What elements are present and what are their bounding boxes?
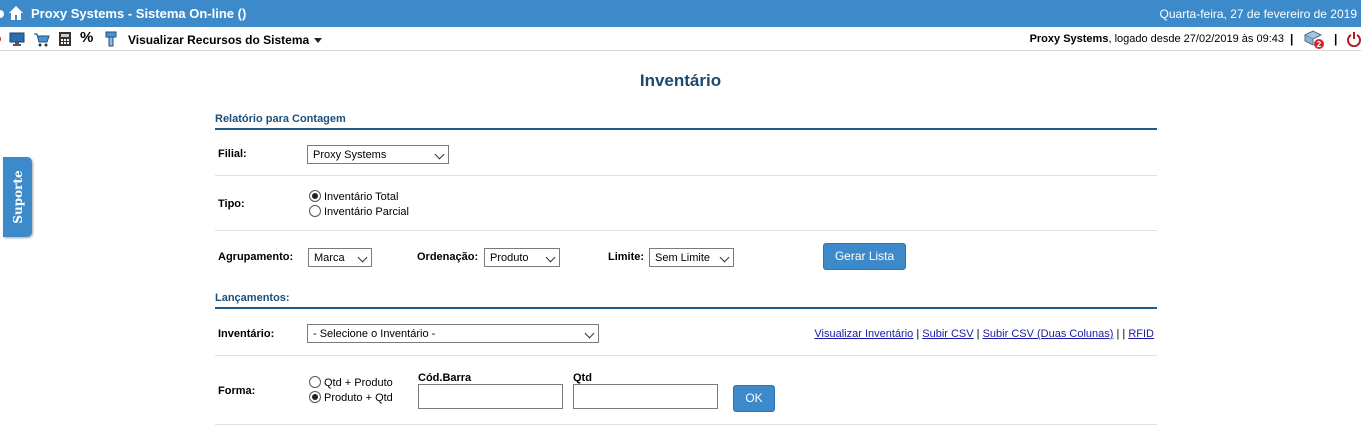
app-title: Proxy Systems - Sistema On-line () <box>31 6 247 21</box>
link-visualizar-inventario[interactable]: Visualizar Inventário <box>814 328 913 340</box>
link-rfid[interactable]: RFID <box>1128 328 1154 340</box>
ok-button[interactable]: OK <box>733 385 775 412</box>
filial-label: Filial: <box>218 148 247 160</box>
user-status: Proxy Systems, logado desde 27/02/2019 à… <box>1030 33 1284 45</box>
qtd-label: Qtd <box>573 372 592 384</box>
system-resources-menu[interactable]: Visualizar Recursos do Sistema <box>128 33 323 47</box>
agrupamento-select[interactable]: Marca <box>308 248 372 267</box>
tools-icon[interactable] <box>104 31 118 47</box>
link-subir-csv[interactable]: Subir CSV <box>922 328 973 340</box>
chevron-down-icon <box>434 149 445 160</box>
link-subir-csv-duas-colunas[interactable]: Subir CSV (Duas Colunas) <box>983 328 1114 340</box>
radio-unselected-icon <box>309 376 321 388</box>
section-heading-lancamentos: Lançamentos: <box>215 292 1157 309</box>
window-edge-icon <box>0 10 4 18</box>
radio-qtd-produto[interactable]: Qtd + Produto <box>309 376 393 389</box>
limite-select[interactable]: Sem Limite <box>649 248 734 267</box>
section-heading-relatorio: Relatório para Contagem <box>215 113 1157 130</box>
divider <box>215 175 1157 176</box>
monitor-icon[interactable] <box>9 31 25 47</box>
forma-label: Forma: <box>218 385 256 397</box>
user-name: Proxy Systems <box>1029 33 1109 45</box>
chevron-down-icon <box>314 38 323 44</box>
chevron-down-icon <box>719 252 730 263</box>
title-bar: Proxy Systems - Sistema On-line () Quart… <box>0 0 1361 27</box>
inventario-select[interactable]: - Selecione o Inventário - <box>307 324 599 343</box>
ordenacao-select[interactable]: Produto <box>484 248 560 267</box>
gerar-lista-button[interactable]: Gerar Lista <box>823 243 906 270</box>
cart-icon[interactable] <box>33 31 50 47</box>
divider <box>215 355 1157 356</box>
limite-label: Limite: <box>608 251 645 263</box>
codbarra-label: Cód.Barra <box>418 372 472 384</box>
filial-select[interactable]: Proxy Systems <box>307 145 449 164</box>
toolbar: % Visualizar Recursos do Sistema Proxy S… <box>0 27 1361 51</box>
divider <box>215 230 1157 231</box>
home-icon[interactable] <box>8 5 24 21</box>
inventory-links: Visualizar Inventário | Subir CSV | Subi… <box>814 328 1154 340</box>
current-date: Quarta-feira, 27 de fevereiro de 2019 <box>1159 7 1357 21</box>
agrupamento-label: Agrupamento: <box>218 251 294 263</box>
notifications-icon[interactable]: 2 <box>1304 30 1326 50</box>
inventario-label: Inventário: <box>218 328 275 340</box>
codbarra-input[interactable] <box>418 384 563 409</box>
toolbar-separator: | <box>1334 32 1338 46</box>
chevron-down-icon <box>357 252 368 263</box>
tipo-label: Tipo: <box>218 198 245 210</box>
qtd-input[interactable] <box>573 384 718 409</box>
percent-icon[interactable]: % <box>80 29 93 46</box>
radio-inventario-total[interactable]: Inventário Total <box>309 190 398 203</box>
toolbar-separator: | <box>1290 32 1294 46</box>
chevron-down-icon <box>584 328 595 339</box>
radio-produto-qtd[interactable]: Produto + Qtd <box>309 391 393 404</box>
radio-selected-icon <box>309 391 321 403</box>
ordenacao-label: Ordenação: <box>417 251 479 263</box>
link-separator: | | <box>1116 328 1129 340</box>
login-since: , logado desde 27/02/2019 às 09:43 <box>1108 33 1284 45</box>
calculator-icon[interactable] <box>58 31 72 47</box>
radio-unselected-icon <box>309 205 321 217</box>
power-icon[interactable] <box>1347 31 1361 47</box>
divider <box>215 424 1157 425</box>
power-dot-icon <box>0 36 1 42</box>
support-tab-label: Suporte <box>10 170 25 224</box>
notification-count: 2 <box>1317 40 1322 49</box>
radio-selected-icon <box>309 190 321 202</box>
page-title: Inventário <box>639 71 722 90</box>
support-tab[interactable]: Suporte <box>3 157 32 237</box>
radio-inventario-parcial[interactable]: Inventário Parcial <box>309 205 409 218</box>
chevron-down-icon <box>545 252 556 263</box>
